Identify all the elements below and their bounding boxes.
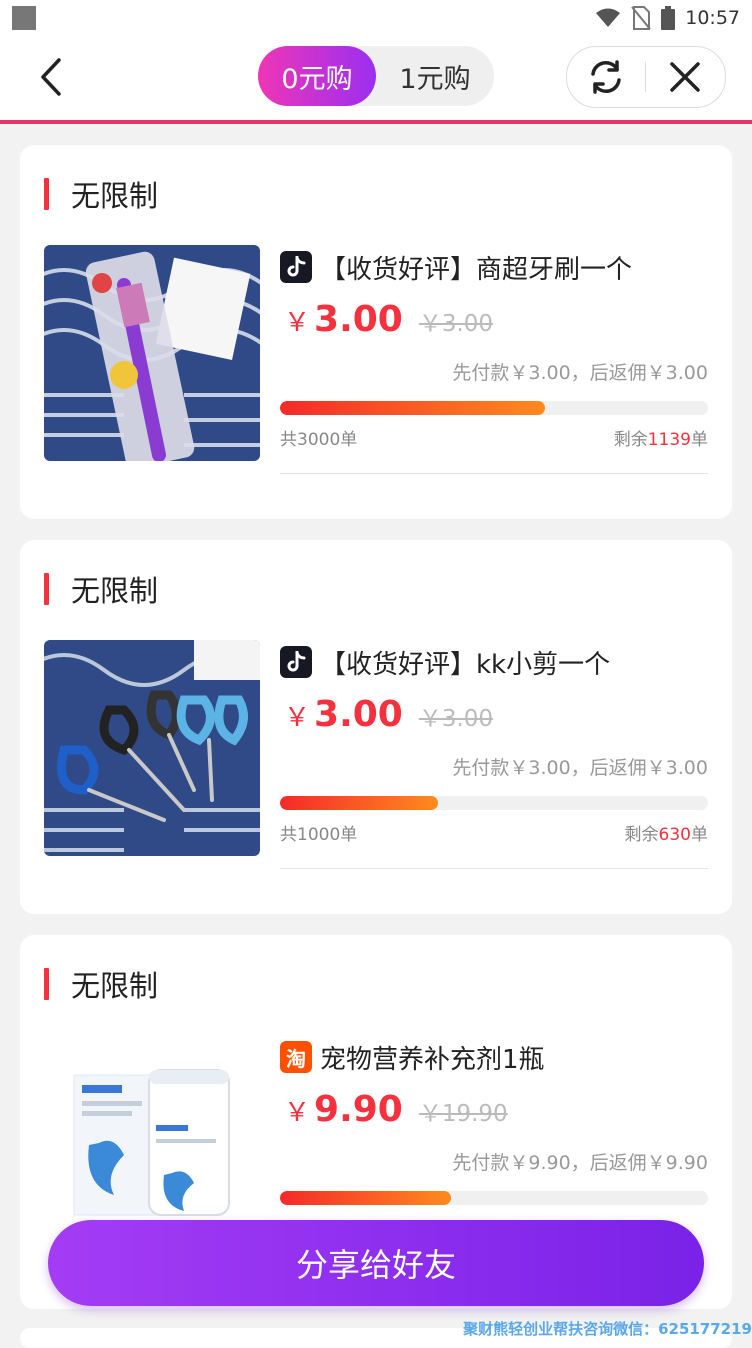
header-divider xyxy=(0,120,752,124)
product-name: 宠物营养补充剂1瓶 xyxy=(320,1044,545,1075)
douyin-icon xyxy=(280,251,312,283)
stock-progress-bar xyxy=(280,401,708,415)
stock-progress-bar xyxy=(280,796,708,810)
taobao-icon: 淘 xyxy=(280,1041,312,1073)
douyin-icon xyxy=(280,646,312,678)
refresh-icon xyxy=(591,60,621,94)
product-name: 【收货好评】商超牙刷一个 xyxy=(320,254,633,285)
section-marker xyxy=(44,573,49,605)
original-price: ￥3.00 xyxy=(418,311,494,337)
product-card[interactable]: 无限制 【收货好评】kk小剪一个 ￥ 3.00 ￥3.00 先付款￥3.00，后… xyxy=(20,540,732,914)
remaining-orders: 剩余630单 xyxy=(624,825,708,845)
product-name: 【收货好评】kk小剪一个 xyxy=(320,649,611,680)
top-bar: 0元购 1元购 xyxy=(0,36,752,120)
stock-progress-bar xyxy=(280,1191,708,1205)
payment-note: 先付款￥3.00，后返佣￥3.00 xyxy=(452,362,708,384)
product-price: 3.00 xyxy=(314,694,403,735)
payment-note: 先付款￥9.90，后返佣￥9.90 xyxy=(452,1152,708,1174)
share-button[interactable]: 分享给好友 xyxy=(48,1220,704,1306)
original-price: ￥3.00 xyxy=(418,706,494,732)
product-card[interactable]: 无限制 【收货好评】商超牙刷一个 ￥ 3.00 ￥3.00 先付款￥3.00，后… xyxy=(20,145,732,519)
remaining-orders: 剩余1139单 xyxy=(613,430,708,450)
total-orders: 共3000单 xyxy=(280,430,358,450)
section-marker xyxy=(44,968,49,1000)
product-image[interactable] xyxy=(44,640,260,856)
section-title: 无限制 xyxy=(71,969,159,1003)
currency-symbol: ￥ xyxy=(284,703,311,733)
original-price: ￥19.90 xyxy=(418,1101,508,1127)
section-marker xyxy=(44,178,49,210)
section-title: 无限制 xyxy=(71,179,159,213)
payment-note: 先付款￥3.00，后返佣￥3.00 xyxy=(452,757,708,779)
notification-icon xyxy=(12,6,36,30)
divider xyxy=(280,868,708,869)
back-button[interactable] xyxy=(30,54,72,100)
battery-icon xyxy=(661,6,676,30)
mini-program-capsule xyxy=(566,46,726,108)
divider xyxy=(280,473,708,474)
close-button[interactable] xyxy=(646,47,724,107)
tab-zero-yuan[interactable]: 0元购 xyxy=(258,46,376,106)
product-image[interactable] xyxy=(44,1035,260,1251)
watermark-text: 聚财熊轻创业帮扶咨询微信：625177219 xyxy=(463,1320,752,1338)
chevron-left-icon xyxy=(41,58,61,96)
total-orders: 共1000单 xyxy=(280,825,358,845)
product-price: 3.00 xyxy=(314,299,403,340)
section-title: 无限制 xyxy=(71,574,159,608)
wifi-icon xyxy=(596,8,621,27)
product-image[interactable] xyxy=(44,245,260,461)
no-sim-icon xyxy=(631,6,652,30)
status-time: 10:57 xyxy=(685,7,740,29)
purchase-mode-toggle: 0元购 1元购 xyxy=(258,46,494,106)
product-price: 9.90 xyxy=(314,1089,403,1130)
refresh-button[interactable] xyxy=(567,47,645,107)
currency-symbol: ￥ xyxy=(284,308,311,338)
close-icon xyxy=(670,62,700,92)
status-bar: 10:57 xyxy=(0,0,752,36)
currency-symbol: ￥ xyxy=(284,1098,311,1128)
tab-one-yuan[interactable]: 1元购 xyxy=(376,46,494,106)
